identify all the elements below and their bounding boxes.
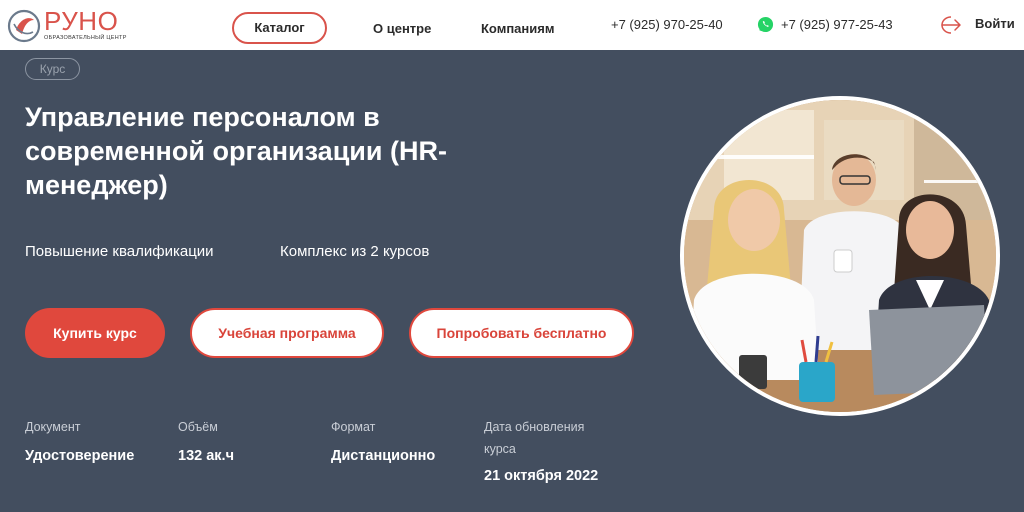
whatsapp-icon[interactable] <box>757 16 774 33</box>
info-label-updated: Дата обновления курса <box>484 420 585 456</box>
info-value-updated: 21 октября 2022 <box>484 468 599 484</box>
logo-subtitle: ОБРАЗОВАТЕЛЬНЫЙ ЦЕНТР <box>44 35 127 41</box>
course-type-badge: Курс <box>25 58 80 80</box>
logo[interactable]: РУНО ОБРАЗОВАТЕЛЬНЫЙ ЦЕНТР <box>6 6 126 46</box>
info-value-volume: 132 ак.ч <box>178 448 234 464</box>
curriculum-button[interactable]: Учебная программа <box>190 308 384 358</box>
info-label-document: Документ <box>25 420 81 434</box>
course-meta-qualification: Повышение квалификации <box>25 243 214 260</box>
try-free-button[interactable]: Попробовать бесплатно <box>409 308 634 358</box>
phone-number-1[interactable]: +7 (925) 970-25-40 <box>611 17 723 32</box>
nav-about-link[interactable]: О центре <box>373 21 431 36</box>
info-label-format: Формат <box>331 420 376 434</box>
logo-text: РУНО <box>44 6 119 36</box>
nav-companies-link[interactable]: Компаниям <box>481 21 554 36</box>
info-value-format: Дистанционно <box>331 448 436 464</box>
login-link[interactable]: Войти <box>975 16 1015 31</box>
info-value-document: Удостоверение <box>25 448 135 464</box>
site-header: РУНО ОБРАЗОВАТЕЛЬНЫЙ ЦЕНТР Каталог О цен… <box>0 0 1024 50</box>
hero-photo <box>680 96 1000 416</box>
course-meta-complex: Комплекс из 2 курсов <box>280 243 430 260</box>
nav-catalog-button[interactable]: Каталог <box>232 12 327 44</box>
info-label-volume: Объём <box>178 420 218 434</box>
buy-course-button[interactable]: Купить курс <box>25 308 165 358</box>
office-team-illustration <box>684 100 996 412</box>
course-title: Управление персоналом в современной орга… <box>25 102 447 200</box>
logo-mark-icon <box>7 9 41 43</box>
phone-number-2[interactable]: +7 (925) 977-25-43 <box>781 17 893 32</box>
login-arrow-icon[interactable] <box>938 14 964 36</box>
